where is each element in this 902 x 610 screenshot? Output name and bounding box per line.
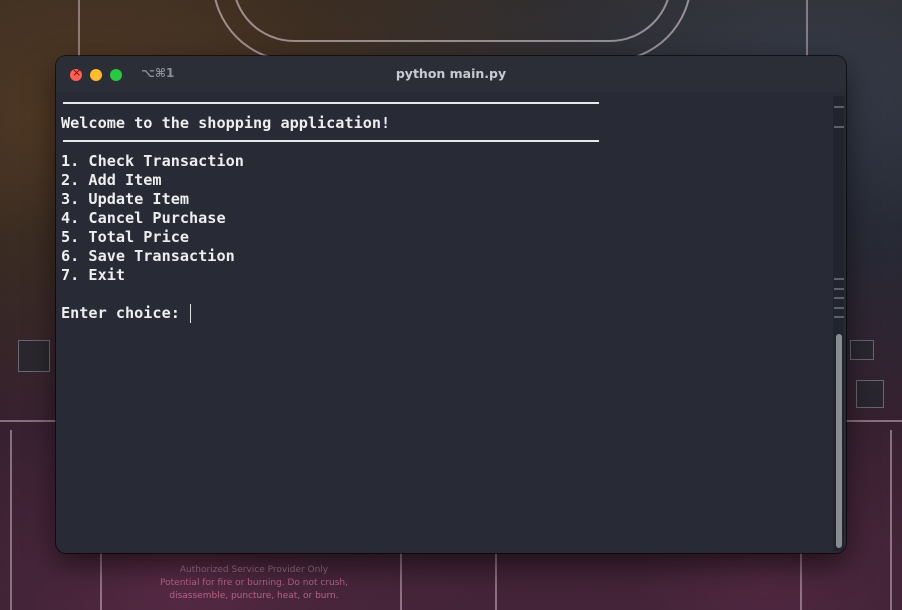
wallpaper-chip [850,340,874,360]
input-prompt: Enter choice: [61,304,190,322]
menu-item: 1. Check Transaction [61,152,244,170]
wallpaper-chip [18,340,50,372]
welcome-text: Welcome to the shopping application! [61,114,391,132]
menu-item: 7. Exit [61,266,126,284]
scrollbar-mark [834,278,844,280]
title-bar[interactable]: ⌥⌘1 python main.py [56,56,846,92]
wallpaper-warning-line: Potential for fire or burning. Do not cr… [160,578,348,588]
scrollbar-mark [834,106,844,108]
wallpaper-warning-line: Authorized Service Provider Only [179,565,329,575]
scrollbar-mark [834,316,844,318]
wallpaper-line [800,553,802,610]
wallpaper-line [400,553,402,610]
menu-item: 6. Save Transaction [61,247,235,265]
scrollbar[interactable] [833,96,844,551]
scrollbar-mark [834,297,844,299]
scrollbar-mark [834,288,844,290]
wallpaper-line [806,0,808,60]
menu-item: 2. Add Item [61,171,162,189]
menu-item: 3. Update Item [61,190,190,208]
scrollbar-mark [834,126,844,128]
scrollbar-mark [834,307,844,309]
terminal-output[interactable]: Welcome to the shopping application! 1. … [61,94,831,549]
menu-item: 4. Cancel Purchase [61,209,226,227]
wallpaper-line [846,420,902,422]
menu-item: 5. Total Price [61,228,190,246]
wallpaper-warning-line: disassemble, puncture, heat, or burn. [169,591,339,601]
window-title: python main.py [395,66,507,81]
wallpaper-line [495,553,497,610]
wallpaper-line [0,420,56,422]
wallpaper-ring-inner [232,0,672,42]
separator-line [63,102,599,104]
terminal-window[interactable]: ⌥⌘1 python main.py Welcome to the shoppi… [56,56,846,553]
wallpaper-line [10,430,12,610]
scrollbar-thumb[interactable] [836,334,842,548]
text-cursor[interactable] [190,304,191,323]
separator-line [63,140,599,142]
wallpaper-chip [856,380,884,408]
wallpaper-line [890,430,892,610]
wallpaper-line [100,553,102,610]
wallpaper-line [78,0,80,60]
